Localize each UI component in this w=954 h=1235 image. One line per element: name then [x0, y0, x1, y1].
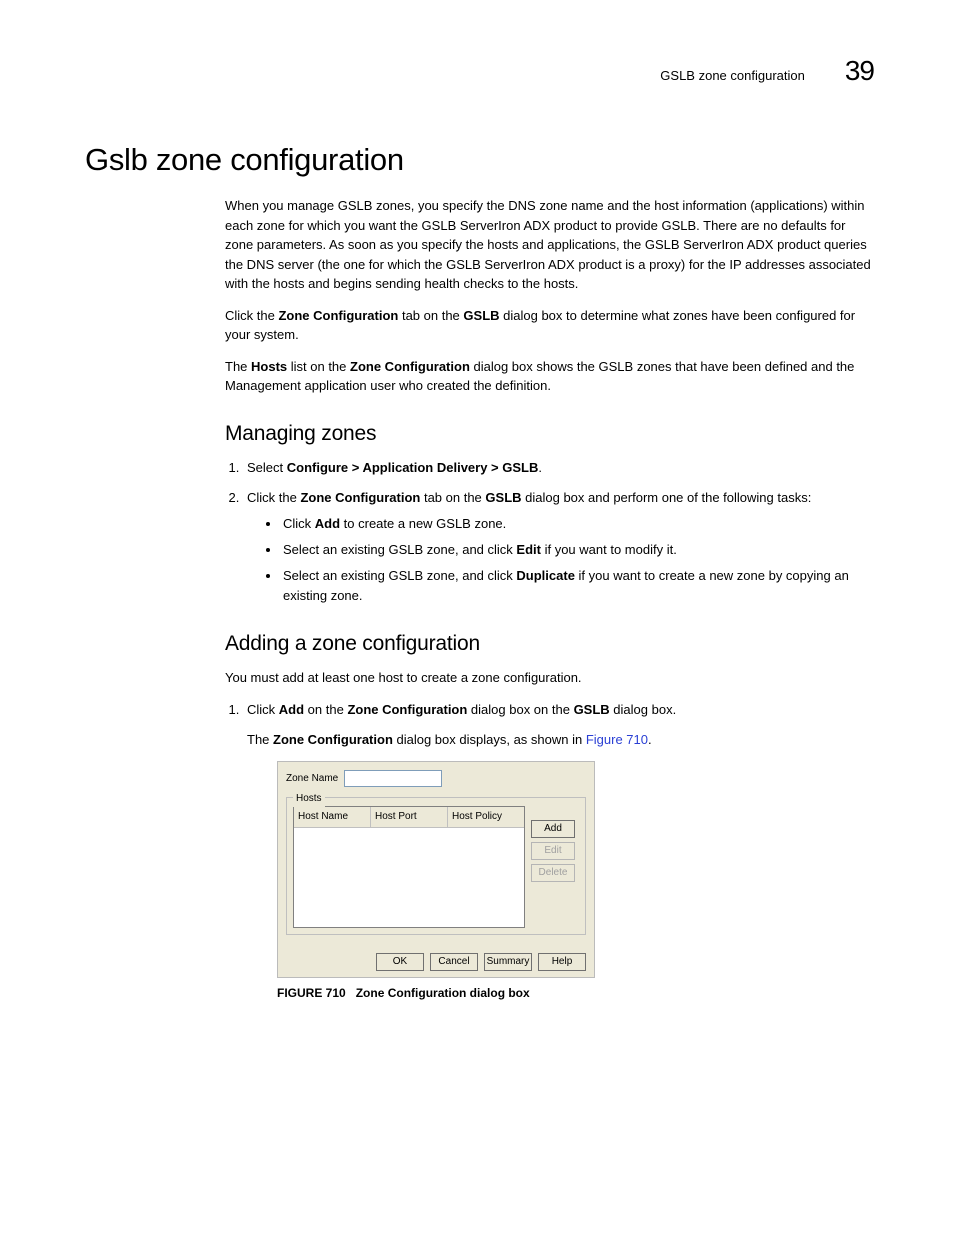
bullet-add: Click Add to create a new GSLB zone. — [281, 514, 874, 534]
col-host-name: Host Name — [294, 807, 371, 827]
figure-title: Zone Configuration dialog box — [356, 986, 530, 1000]
figure-link-710[interactable]: Figure 710 — [586, 732, 648, 747]
hosts-table[interactable]: Host Name Host Port Host Policy — [293, 806, 525, 928]
col-host-policy: Host Policy — [448, 807, 524, 827]
managing-step-1: Select Configure > Application Delivery … — [243, 458, 874, 478]
hosts-edit-button[interactable]: Edit — [531, 842, 575, 860]
col-host-port: Host Port — [371, 807, 448, 827]
zone-name-label: Zone Name — [286, 771, 338, 787]
hosts-add-button[interactable]: Add — [531, 820, 575, 838]
heading-managing-zones: Managing zones — [225, 422, 874, 446]
page-title: Gslb zone configuration — [85, 142, 874, 178]
ok-button[interactable]: OK — [376, 953, 424, 971]
cancel-button[interactable]: Cancel — [430, 953, 478, 971]
zone-configuration-dialog: Zone Name Hosts Host Name Host Port Host… — [277, 761, 595, 978]
help-button[interactable]: Help — [538, 953, 586, 971]
managing-step-2: Click the Zone Configuration tab on the … — [243, 488, 874, 607]
adding-intro-paragraph: You must add at least one host to create… — [225, 668, 874, 688]
bullet-edit: Select an existing GSLB zone, and click … — [281, 540, 874, 560]
hosts-delete-button[interactable]: Delete — [531, 864, 575, 882]
figure-number: FIGURE 710 — [277, 986, 346, 1000]
hosts-group: Hosts Host Name Host Port Host Policy — [286, 797, 586, 935]
adding-zone-steps: Click Add on the Zone Configuration dial… — [225, 700, 874, 1003]
heading-adding-zone: Adding a zone configuration — [225, 632, 874, 656]
managing-step-2-bullets: Click Add to create a new GSLB zone. Sel… — [247, 514, 874, 607]
figure-caption: FIGURE 710 Zone Configuration dialog box — [277, 984, 874, 1003]
zone-name-input[interactable] — [344, 770, 442, 787]
bullet-duplicate: Select an existing GSLB zone, and click … — [281, 566, 874, 606]
running-header-chapter-number: 39 — [845, 55, 874, 87]
intro-paragraph-2: Click the Zone Configuration tab on the … — [225, 306, 874, 345]
intro-paragraph-3: The Hosts list on the Zone Configuration… — [225, 357, 874, 396]
adding-step-1-result: The Zone Configuration dialog box displa… — [247, 730, 874, 750]
running-header: GSLB zone configuration 39 — [85, 55, 874, 87]
summary-button[interactable]: Summary — [484, 953, 532, 971]
running-header-topic: GSLB zone configuration — [660, 68, 805, 83]
managing-zones-steps: Select Configure > Application Delivery … — [225, 458, 874, 607]
adding-step-1: Click Add on the Zone Configuration dial… — [243, 700, 874, 1003]
intro-paragraph-1: When you manage GSLB zones, you specify … — [225, 196, 874, 294]
hosts-group-label: Hosts — [293, 791, 325, 807]
